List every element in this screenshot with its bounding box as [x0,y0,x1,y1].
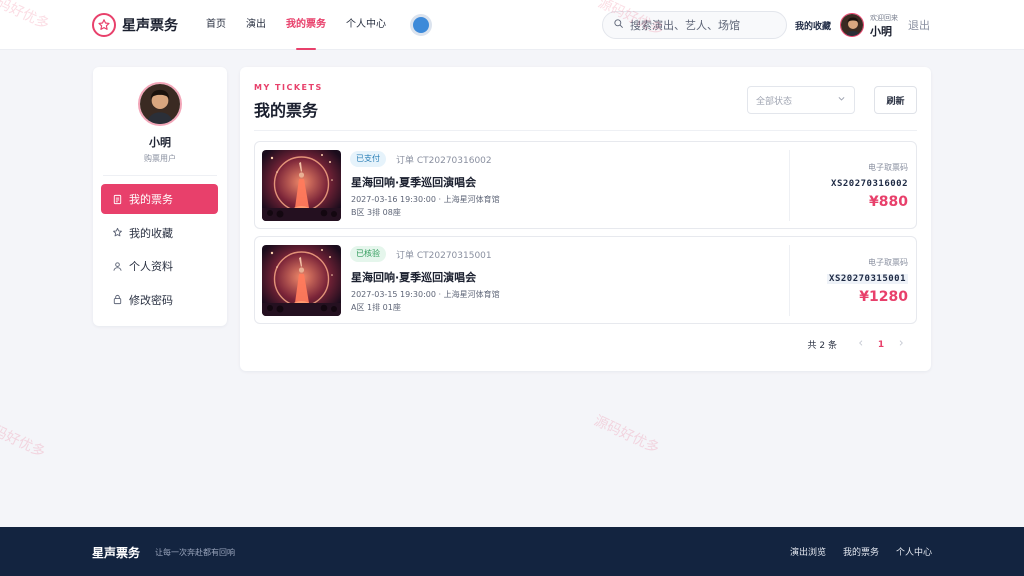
ticket-card[interactable]: 已核验 订单 CT20270315001 星海回响·夏季巡回演唱会 2027-0… [254,236,917,324]
seat-info: B区 3排 08座 [351,208,401,217]
header-avatar[interactable] [840,13,864,37]
concert-poster-image [262,150,341,221]
user-icon [111,260,123,272]
divider [254,130,917,131]
status-filter-select[interactable]: 全部状态 [747,86,855,114]
sidebar-item-favorites[interactable]: 我的收藏 [101,218,218,248]
sidebar-item-my-tickets[interactable]: 我的票务 [101,184,218,214]
page-title: 我的票务 [254,101,319,120]
order-number: 订单 CT20270316002 [396,156,492,166]
sidebar-user-name: 小明 [149,136,171,149]
pickup-code-label: 电子取票码 [868,258,908,267]
main-nav: 首页 演出 我的票务 个人中心 [206,0,406,50]
logout-button[interactable]: 退出 [908,17,930,33]
ticket-price: ¥1280 [859,289,908,305]
sidebar-item-label: 个人资料 [129,260,173,273]
status-badge: 已支付 [350,151,386,167]
concert-title: 星海回响·夏季巡回演唱会 [351,176,477,189]
pickup-code: XS20270316002 [831,179,908,189]
divider [103,175,217,176]
sidebar-item-label: 修改密码 [129,293,173,307]
ticket-card[interactable]: 已支付 订单 CT20270316002 星海回响·夏季巡回演唱会 2027-0… [254,141,917,229]
footer-links: 演出浏览 我的票务 个人中心 [773,545,932,558]
watermark-text: 源码好优多 [591,412,662,457]
next-page-button[interactable] [893,339,909,350]
brand-name: 星声票务 [122,18,178,34]
order-number: 订单 CT20270315001 [396,251,492,261]
chevron-left-icon [859,340,863,346]
sidebar-menu: 我的票务 我的收藏 个人资料 修改密码 [101,184,218,318]
welcome-text: 欢迎回来 [870,14,898,22]
my-favorites-link[interactable]: 我的收藏 [795,19,831,32]
footer-link-my-tickets[interactable]: 我的票务 [843,545,879,558]
status-filter-value: 全部状态 [756,96,793,107]
lock-icon [111,294,123,306]
status-badge: 已核验 [350,246,386,262]
pagination: 共 2 条 1 [808,338,909,351]
nav-profile-center[interactable]: 个人中心 [346,0,386,50]
sidebar-user-role: 购票用户 [144,154,176,163]
footer-brand: 星声票务 [92,546,141,560]
sidebar-item-label: 我的收藏 [129,226,173,240]
pickup-code-label: 电子取票码 [868,163,908,172]
star-icon [111,227,123,239]
page-number-button[interactable]: 1 [869,340,893,350]
tickets-panel: MY TICKETS 我的票务 全部状态 刷新 已支付 订单 CT2027031… [240,67,931,371]
header-user-name: 小明 [870,25,892,38]
section-eyebrow: MY TICKETS [254,83,323,92]
sidebar-avatar [138,82,182,126]
footer-slogan: 让每一次奔赴都有回响 [155,548,235,557]
sidebar-item-label: 我的票务 [129,193,173,206]
brand-logo[interactable]: 星声票务 [92,13,178,37]
prev-page-button[interactable] [853,339,869,350]
site-footer: 星声票务 让每一次奔赴都有回响 演出浏览 我的票务 个人中心 [0,527,1024,576]
concert-title: 星海回响·夏季巡回演唱会 [351,271,477,284]
sidebar-item-change-password[interactable]: 修改密码 [101,285,218,315]
refresh-button[interactable]: 刷新 [874,86,917,114]
nav-home[interactable]: 首页 [206,0,226,50]
concert-time-venue: 2027-03-16 19:30:00 · 上海星河体育馆 [351,195,500,204]
ticket-icon [111,193,123,205]
pickup-code: XS20270315001 [827,274,908,284]
watermark-text: 源码好优多 [0,416,48,461]
sidebar-item-profile[interactable]: 个人资料 [101,251,218,281]
concert-poster-image [262,245,341,316]
pagination-total: 共 2 条 [807,341,837,351]
status-dot-icon [413,17,429,33]
profile-sidebar: 小明 购票用户 我的票务 我的收藏 个人资料 修改密码 [93,67,227,326]
top-header: 星声票务 首页 演出 我的票务 个人中心 我的收藏 欢迎回来 小明 退出 [0,0,1024,50]
divider [789,245,790,316]
chevron-down-icon [837,94,846,106]
concert-time-venue: 2027-03-15 19:30:00 · 上海星河体育馆 [351,290,500,299]
footer-link-profile-center[interactable]: 个人中心 [896,545,932,558]
ticket-price: ¥880 [869,194,908,210]
divider [789,150,790,221]
chevron-right-icon [899,340,903,346]
seat-info: A区 1排 01座 [351,303,401,312]
nav-shows[interactable]: 演出 [246,0,266,50]
nav-my-tickets[interactable]: 我的票务 [286,0,326,50]
star-logo-icon [92,13,116,37]
footer-link-shows[interactable]: 演出浏览 [790,545,826,558]
